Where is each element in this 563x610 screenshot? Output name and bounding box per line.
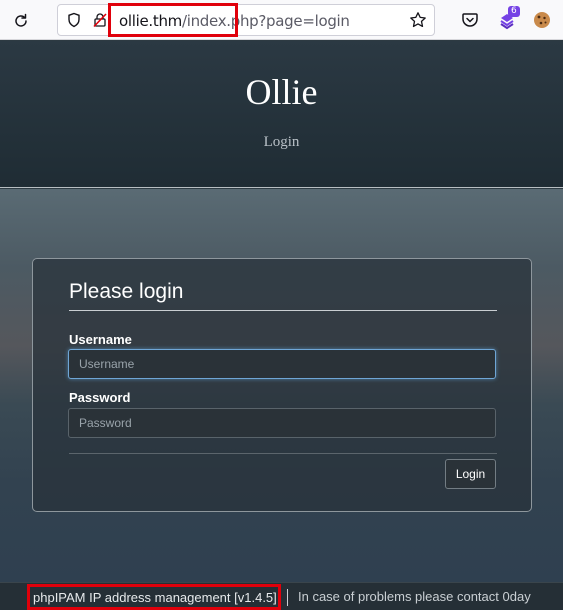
password-label: Password (69, 390, 131, 405)
password-input[interactable] (68, 408, 496, 438)
browser-toolbar: ollie.thm/index.php?page=login 6 (0, 0, 563, 40)
address-bar[interactable]: ollie.thm/index.php?page=login (57, 3, 435, 37)
bookmark-star-icon[interactable] (409, 11, 427, 29)
contact-text: In case of problems please contact 0day (298, 589, 531, 604)
url-path: /index.php?page=login (181, 12, 350, 30)
form-divider (69, 453, 497, 454)
login-button[interactable]: Login (445, 459, 496, 489)
extension-icon[interactable]: 6 (496, 6, 520, 31)
version-text: phpIPAM IP address management [v1.4.5] (33, 589, 277, 605)
reload-icon[interactable] (10, 10, 32, 32)
page-footer: phpIPAM IP address management [v1.4.5] I… (0, 582, 563, 610)
extension-badge: 6 (508, 6, 520, 17)
tracking-shield-icon[interactable] (66, 12, 82, 28)
url-text[interactable]: ollie.thm/index.php?page=login (119, 12, 350, 30)
footer-separator (287, 589, 288, 606)
site-title: Ollie (245, 72, 318, 112)
login-heading: Please login (69, 280, 497, 311)
insecure-lock-icon[interactable] (92, 12, 108, 28)
pocket-icon[interactable] (459, 9, 481, 31)
version-info: phpIPAM IP address management [v1.4.5] (27, 584, 281, 610)
url-host: ollie.thm (119, 12, 182, 30)
site-subtitle: Login (263, 134, 300, 150)
username-label: Username (69, 332, 132, 347)
login-panel: Please login Username Password Login (32, 258, 532, 512)
page-header: Ollie Login (0, 41, 563, 188)
cookie-icon[interactable] (531, 9, 553, 31)
username-input[interactable] (68, 349, 496, 379)
